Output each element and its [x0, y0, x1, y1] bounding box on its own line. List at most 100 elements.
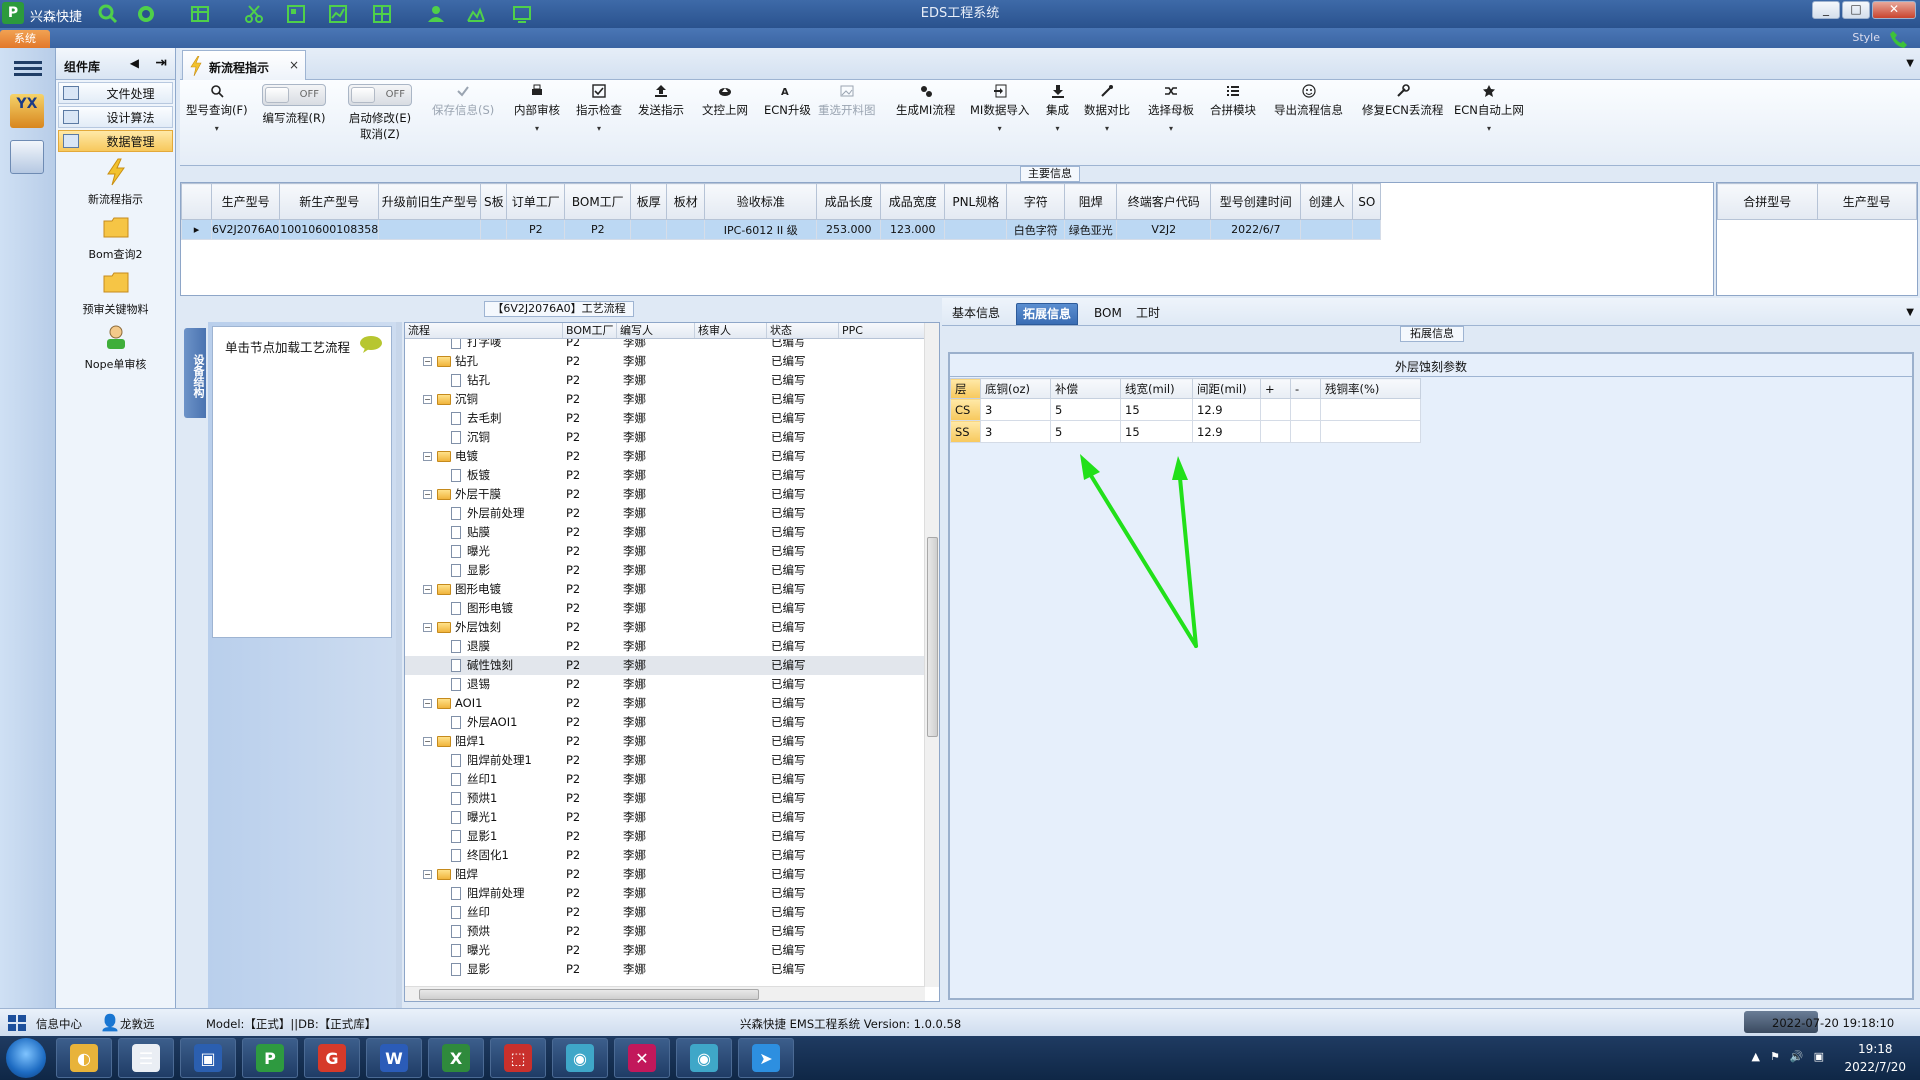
table-cell[interactable]: V2J2 [1116, 219, 1212, 240]
tree-row[interactable]: 显影 P2 李娜 已编写 [405, 960, 925, 979]
col-header-writer[interactable]: 编写人 [617, 323, 695, 338]
tree-row[interactable]: − 阻焊 P2 李娜 已编写 [405, 865, 925, 884]
etch-value-cell[interactable] [1260, 420, 1291, 443]
collapse-toggle-icon[interactable]: − [423, 585, 432, 594]
tree-row[interactable]: 贴膜 P2 李娜 已编写 [405, 523, 925, 542]
tree-node[interactable]: 碱性蚀刻 [405, 656, 563, 675]
tree-row[interactable]: 丝印 P2 李娜 已编写 [405, 903, 925, 922]
tree-node[interactable]: − 电镀 [405, 447, 563, 466]
tree-node[interactable]: 图形电镀 [405, 599, 563, 618]
collapse-toggle-icon[interactable]: − [423, 490, 432, 499]
tree-row[interactable]: 去毛刺 P2 李娜 已编写 [405, 409, 925, 428]
col-header-process[interactable]: 流程 [405, 323, 563, 338]
tree-node[interactable]: 显影 [405, 561, 563, 580]
taskbar-app-arrow[interactable]: ➤ [738, 1038, 794, 1078]
tray-arrow-icon[interactable]: ▲ [1752, 1050, 1760, 1063]
tab-basic-info[interactable]: 基本信息 [946, 303, 1006, 325]
hamburger-menu-icon[interactable] [14, 58, 42, 80]
collapse-toggle-icon[interactable]: − [423, 737, 432, 746]
comp-key-material-review[interactable]: 预审关键物料 [56, 268, 175, 317]
comp-new-process-instruction[interactable]: 新流程指示 [56, 158, 175, 207]
etch-value-cell[interactable]: 12.9 [1192, 398, 1261, 421]
info-center-label[interactable]: 信息中心 [36, 1016, 82, 1032]
col-header-main-17[interactable]: SO [1352, 183, 1382, 220]
tree-node[interactable]: 外层AOI1 [405, 713, 563, 732]
table-cell[interactable] [1300, 219, 1354, 240]
comp-bom-query2[interactable]: Bom查询2 [56, 213, 175, 262]
tree-node[interactable]: 预烘 [405, 922, 563, 941]
table-cell[interactable] [1352, 219, 1382, 240]
col-header-main-10[interactable]: 成品宽度 [880, 183, 946, 220]
nav-data-management[interactable]: 数据管理 [58, 130, 173, 152]
tree-node[interactable]: 打字唛 [405, 339, 563, 352]
tree-node[interactable]: 曝光 [405, 941, 563, 960]
tree-row[interactable]: 预烘 P2 李娜 已编写 [405, 922, 925, 941]
scroll-thumb[interactable] [419, 989, 759, 1000]
write-process-toggle[interactable]: OFF 编写流程(R) [262, 84, 326, 126]
tree-node[interactable]: 预烘1 [405, 789, 563, 808]
side-tab-equipment-structure[interactable]: 设备结构 [184, 328, 206, 418]
tree-row[interactable]: 显影1 P2 李娜 已编写 [405, 827, 925, 846]
info-center-icon[interactable] [8, 1015, 26, 1031]
start-button[interactable] [6, 1038, 46, 1078]
col-header-main-15[interactable]: 型号创建时间 [1210, 183, 1302, 220]
tray-flag-icon[interactable]: ⚑ [1770, 1050, 1780, 1063]
col-header-main-16[interactable]: 创建人 [1300, 183, 1354, 220]
tree-node[interactable]: 钻孔 [405, 371, 563, 390]
col-header-ppc[interactable]: PPC [839, 323, 925, 338]
tab-extended-info[interactable]: 拓展信息 [1016, 303, 1079, 325]
panel-splitter[interactable] [396, 322, 402, 1010]
horizontal-scrollbar[interactable] [405, 986, 925, 1001]
table-cell[interactable] [944, 219, 1008, 240]
table-cell[interactable] [480, 219, 508, 240]
tree-row[interactable]: 外层前处理 P2 李娜 已编写 [405, 504, 925, 523]
mi-data-import-button[interactable]: MI数据导入 ▾ [970, 84, 1029, 133]
collapse-left-icon[interactable]: ◀ [130, 56, 139, 70]
etch-value-cell[interactable] [1320, 420, 1421, 443]
tree-row[interactable]: − 电镀 P2 李娜 已编写 [405, 447, 925, 466]
data-compare-button[interactable]: 数据对比 ▾ [1084, 84, 1130, 133]
tree-node[interactable]: − 阻焊 [405, 865, 563, 884]
repair-ecn-lost-process-button[interactable]: 修复ECN丢流程 [1362, 84, 1443, 118]
taskbar-app-PDF[interactable]: ⬚ [490, 1038, 546, 1078]
tree-row[interactable]: 沉铜 P2 李娜 已编写 [405, 428, 925, 447]
taskbar-app-notepad[interactable]: ☰ [118, 1038, 174, 1078]
ecn-auto-online-button[interactable]: ECN自动上网 ▾ [1454, 84, 1524, 133]
taskbar-app-G[interactable]: G [304, 1038, 360, 1078]
calendar-tool-icon[interactable] [10, 140, 44, 174]
col-header-etch-6[interactable]: - [1290, 378, 1321, 399]
tree-row[interactable]: 图形电镀 P2 李娜 已编写 [405, 599, 925, 618]
taskbar-clock[interactable]: 19:18 2022/7/20 [1844, 1040, 1906, 1076]
select-mother-board-button[interactable]: 选择母板 ▾ [1148, 84, 1194, 133]
tree-row[interactable]: 打字唛 P2 李娜 已编写 [405, 339, 925, 352]
layer-cell[interactable]: SS [950, 420, 981, 443]
table-cell[interactable]: 10010600108358 [279, 219, 380, 240]
tree-node[interactable]: − 阻焊1 [405, 732, 563, 751]
etch-value-cell[interactable]: 15 [1120, 398, 1193, 421]
nav-file-processing[interactable]: 文件处理 [58, 82, 173, 104]
tree-row[interactable]: − 外层干膜 P2 李娜 已编写 [405, 485, 925, 504]
collapse-toggle-icon[interactable]: − [423, 357, 432, 366]
tree-node[interactable]: 贴膜 [405, 523, 563, 542]
cancel-label[interactable]: 取消(Z) [360, 127, 400, 141]
collapse-toggle-icon[interactable]: − [423, 623, 432, 632]
minimize-button[interactable]: _ [1812, 1, 1840, 19]
taskbar-app-save[interactable]: ▣ [180, 1038, 236, 1078]
taskbar-app-shell[interactable]: ◐ [56, 1038, 112, 1078]
col-header-main-6[interactable]: 板厚 [630, 183, 668, 220]
scroll-thumb[interactable] [927, 537, 938, 737]
tree-node[interactable]: − AOI1 [405, 694, 563, 713]
taskbar-app-P[interactable]: P [242, 1038, 298, 1078]
tree-node[interactable]: 曝光 [405, 542, 563, 561]
tree-row[interactable]: − 沉铜 P2 李娜 已编写 [405, 390, 925, 409]
col-header-etch-3[interactable]: 线宽(mil) [1120, 378, 1193, 399]
tree-row[interactable]: 阻焊前处理 P2 李娜 已编写 [405, 884, 925, 903]
table-cell[interactable]: 白色字符 [1006, 219, 1066, 240]
export-process-info-button[interactable]: 导出流程信息 [1274, 84, 1343, 118]
comp-nope-review[interactable]: Nope单审核 [56, 323, 175, 372]
tree-node[interactable]: 阻焊前处理 [405, 884, 563, 903]
tree-node[interactable]: − 外层干膜 [405, 485, 563, 504]
tray-volume-icon[interactable]: 🔊 [1790, 1050, 1804, 1063]
model-query-button[interactable]: 型号查询(F) ▾ [186, 84, 248, 133]
col-header-production-model[interactable]: 生产型号 [1816, 183, 1917, 220]
